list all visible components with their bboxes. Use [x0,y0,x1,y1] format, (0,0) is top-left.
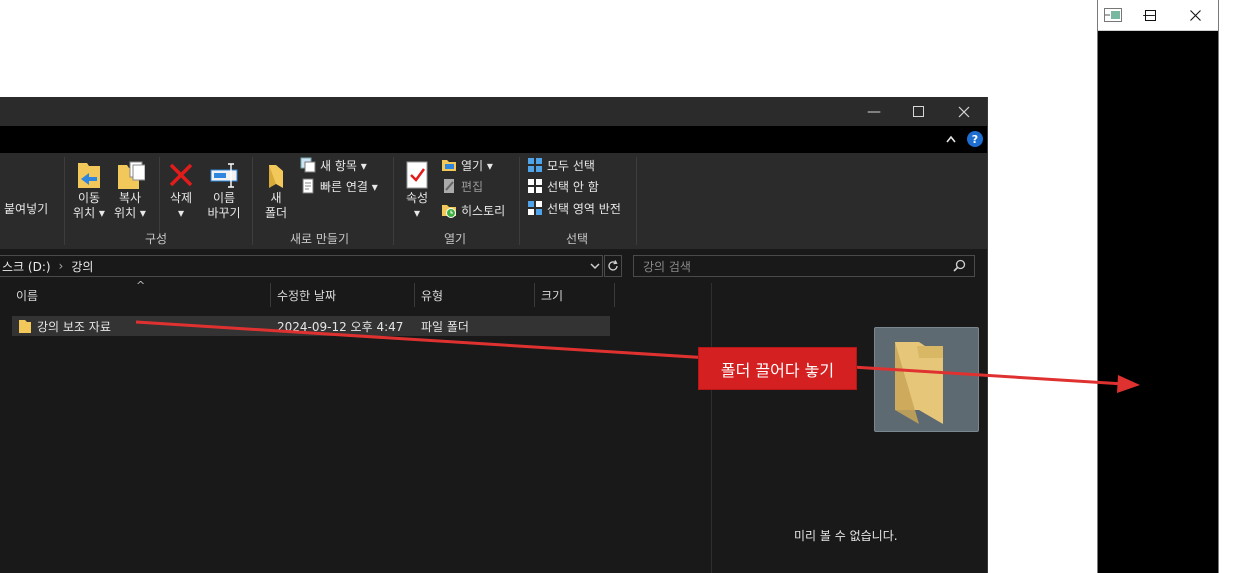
ribbon: 붙여넣기 이동 위치 ▾ 복사 위치 ▾ 삭제 ▾ 이름 바꾸기 구성 새 폴더… [0,153,987,250]
group-label-new: 새로 만들기 [290,232,350,246]
move-to-icon [78,163,100,188]
new-item-button[interactable]: 새 항목 ▾ [300,155,367,175]
column-header-size[interactable]: 크기 [535,283,615,307]
refresh-icon [608,260,618,271]
open-button[interactable]: 열기 ▾ [441,155,493,175]
file-name: 강의 보조 자료 [37,319,111,334]
group-label-open: 열기 [444,232,467,246]
delete-button[interactable]: 삭제 ▾ [165,159,197,221]
copy-to-icon [118,161,145,189]
address-row: 스크 (D:) › 강의 강의 검색 [0,254,987,280]
breadcrumb-drive[interactable]: 스크 (D:) [2,258,51,275]
help-icon[interactable]: ? [967,131,983,147]
maximize-button[interactable] [895,97,941,126]
new-folder-button[interactable]: 새 폴더 [260,159,292,221]
column-header-type[interactable]: 유형 [415,283,535,307]
preview-message: 미리 볼 수 없습니다. [794,529,898,543]
search-box[interactable]: 강의 검색 [633,255,975,277]
minimize-icon: — [867,103,881,120]
app-icon [1104,8,1122,25]
file-explorer-window: — ? 붙여넣기 이동 위치 ▾ 복사 위치 ▾ 삭제 ▾ 이름 바꾸기 구성 … [0,97,988,573]
close-button[interactable] [941,97,987,126]
folder-icon [895,342,943,424]
refresh-button[interactable] [604,255,622,277]
history-icon [442,205,456,218]
collapse-ribbon-button[interactable] [946,132,956,146]
target-window-title-bar: — [1098,0,1218,31]
paste-label: 붙여넣기 [4,202,49,216]
rename-icon [210,163,238,188]
delete-icon [169,163,193,187]
search-placeholder: 강의 검색 [643,259,691,274]
easy-access-icon [302,178,314,194]
breadcrumb-separator: › [58,259,64,273]
select-all-icon [528,158,542,172]
address-dropdown-button[interactable] [590,259,600,273]
file-type: 파일 폴더 [421,319,469,334]
file-row[interactable]: 강의 보조 자료 2024-09-12 오후 4:47 파일 폴더 [12,316,610,336]
group-label-select: 선택 [566,232,589,246]
paste-button[interactable]: 붙여넣기 [4,202,48,217]
copy-to-button[interactable]: 복사 위치 ▾ [112,159,148,221]
column-headers: ^ 이름 수정한 날짜 유형 크기 [0,279,710,307]
close-icon [958,106,970,117]
edit-icon [444,179,454,193]
drag-preview-thumbnail [874,327,979,432]
breadcrumb-folder[interactable]: 강의 [71,258,93,275]
invert-selection-button[interactable]: 선택 영역 반전 [527,198,621,218]
properties-button[interactable]: 속성 ▾ [400,159,434,221]
file-modified: 2024-09-12 오후 4:47 [277,319,404,334]
drag-callout: 폴더 끌어다 놓기 [698,347,857,390]
invert-selection-icon [528,201,542,215]
folder-icon [18,318,32,337]
target-window[interactable]: — [1097,0,1219,573]
open-icon [442,160,456,171]
group-label-organize: 구성 [145,232,168,246]
search-icon[interactable] [953,259,966,275]
select-none-icon [528,179,542,193]
chevron-up-icon [946,135,956,143]
easy-access-button[interactable]: 빠른 연결 ▾ [300,176,378,196]
select-all-button[interactable]: 모두 선택 [527,155,595,175]
column-header-modified[interactable]: 수정한 날짜 [271,283,415,307]
preview-pane-divider [711,283,712,573]
address-bar[interactable]: 스크 (D:) › 강의 [0,255,603,277]
target-maximize-button[interactable] [1135,0,1165,30]
edit-button[interactable]: 편집 [441,176,483,196]
maximize-icon [912,106,924,117]
column-header-name[interactable]: 이름 [10,283,271,307]
rename-button[interactable]: 이름 바꾸기 [204,159,244,221]
chevron-down-icon [590,263,600,270]
close-icon [1189,9,1201,21]
properties-icon [406,161,428,189]
new-item-icon [300,157,316,173]
minimize-button[interactable]: — [851,97,897,126]
move-to-button[interactable]: 이동 위치 ▾ [72,159,106,221]
new-folder-icon [269,165,283,188]
menu-bar: ? [0,126,987,153]
select-none-button[interactable]: 선택 안 함 [527,176,599,196]
title-bar: — [0,97,987,126]
history-button[interactable]: 히스토리 [441,200,505,220]
maximize-icon [1144,9,1156,21]
target-close-button[interactable] [1180,0,1210,30]
